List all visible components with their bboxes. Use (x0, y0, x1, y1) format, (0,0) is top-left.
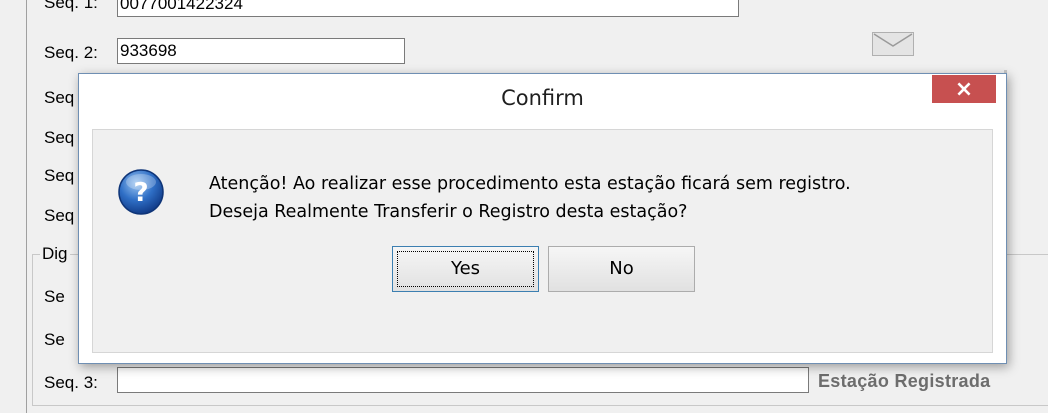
seq6-label-partial: Seq (44, 206, 75, 225)
seq1-input[interactable]: 0077001422324 (117, 0, 739, 17)
dialog-body: ? Atenção! Ao realizar esse procedimento… (92, 129, 993, 353)
seq1-label: Seq. 1: (44, 0, 98, 12)
dialog-message: Atenção! Ao realizar esse procedimento e… (209, 170, 851, 226)
seq3-label-partial: Seq (44, 88, 75, 107)
no-label: No (609, 258, 634, 279)
group-seq1-label-partial: Se (44, 287, 65, 306)
confirm-dialog: Confirm × ? Atenção! Ao realizar esse pr… (78, 73, 1007, 364)
seq5-label-partial: Seq (44, 166, 75, 185)
envelope-icon[interactable] (872, 32, 914, 56)
seq2-label: Seq. 2: (44, 43, 98, 62)
question-icon: ? (117, 168, 165, 216)
dialog-title: Confirm (501, 86, 584, 110)
message-line-1: Atenção! Ao realizar esse procedimento e… (209, 174, 851, 194)
group-seq3-label: Seq. 3: (44, 373, 98, 392)
yes-button[interactable]: Yes (392, 246, 539, 292)
group-title: Dig (40, 244, 70, 264)
registration-status: Estação Registrada (818, 371, 991, 391)
close-button[interactable]: × (932, 75, 996, 103)
seq4-label-partial: Seq (44, 128, 75, 147)
message-line-2: Deseja Realmente Transferir o Registro d… (209, 202, 688, 222)
group-seq3-input[interactable] (117, 367, 809, 393)
no-button[interactable]: No (548, 246, 695, 292)
svg-text:?: ? (133, 178, 148, 208)
group-seq2-label-partial: Se (44, 330, 65, 349)
yes-label: Yes (450, 258, 481, 279)
seq2-input[interactable]: 933698 (117, 38, 405, 64)
close-icon: × (954, 77, 974, 102)
